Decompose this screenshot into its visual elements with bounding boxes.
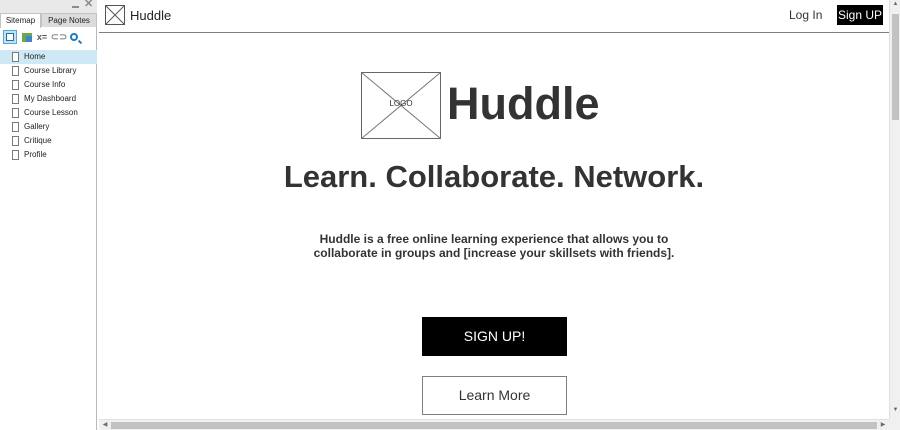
- learn-more-button[interactable]: Learn More: [422, 376, 567, 415]
- minimize-icon[interactable]: [72, 6, 79, 8]
- panel-tabs: Sitemap Page Notes: [0, 12, 97, 28]
- sitemap-item-label: Home: [24, 52, 46, 61]
- pages-icon[interactable]: [3, 30, 17, 44]
- scroll-up-icon[interactable]: ▲: [890, 1, 900, 11]
- sitemap-item-label: Profile: [24, 150, 47, 159]
- sitemap-item-label: Gallery: [24, 122, 50, 131]
- sitemap-item-label: Course Info: [24, 80, 66, 89]
- login-link[interactable]: Log In: [789, 8, 822, 22]
- sitemap-item-course-library[interactable]: Course Library: [0, 64, 97, 78]
- search-icon[interactable]: [67, 30, 81, 44]
- site-header: Huddle Log In Sign UP: [99, 0, 889, 33]
- scroll-left-icon[interactable]: ◀: [100, 420, 110, 430]
- page-tree: Home Course Library Course Info My Dashb…: [0, 50, 97, 162]
- sitemap-item-profile[interactable]: Profile: [0, 148, 97, 162]
- horizontal-scroll-thumb[interactable]: [111, 422, 877, 429]
- scroll-down-icon[interactable]: ▼: [890, 407, 900, 417]
- page-icon: [12, 122, 19, 132]
- sitemap-item-course-lesson[interactable]: Course Lesson: [0, 106, 97, 120]
- add-page-icon[interactable]: [20, 30, 34, 44]
- sitemap-item-label: Course Lesson: [24, 108, 78, 117]
- description: Huddle is a free online learning experie…: [313, 232, 675, 260]
- horizontal-scrollbar[interactable]: ◀ ▶: [99, 419, 889, 430]
- scrollbar-corner: [889, 419, 900, 430]
- sitemap-item-my-dashboard[interactable]: My Dashboard: [0, 92, 97, 106]
- sitemap-item-critique[interactable]: Critique: [0, 134, 97, 148]
- logo-placeholder-icon: [105, 5, 125, 25]
- tab-sitemap[interactable]: Sitemap: [0, 13, 41, 28]
- page-icon: [12, 52, 19, 62]
- vertical-scroll-thumb[interactable]: [892, 14, 899, 120]
- sitemap-item-gallery[interactable]: Gallery: [0, 120, 97, 134]
- tab-page-notes[interactable]: Page Notes: [41, 13, 97, 27]
- tagline: Learn. Collaborate. Network.: [283, 159, 705, 194]
- signup-button[interactable]: Sign UP: [837, 5, 883, 25]
- sitemap-panel: ✕ Sitemap Page Notes x= ⊂⊃ Home Course L…: [0, 0, 97, 430]
- wireframe-canvas: Huddle Log In Sign UP LOGO Huddle Learn.…: [99, 0, 889, 419]
- page-icon: [12, 94, 19, 104]
- sitemap-item-label: My Dashboard: [24, 94, 77, 103]
- sitemap-toolbar: x= ⊂⊃: [0, 28, 97, 47]
- page-icon: [12, 136, 19, 146]
- signup-cta-button[interactable]: SIGN UP!: [422, 317, 567, 356]
- sitemap-item-course-info[interactable]: Course Info: [0, 78, 97, 92]
- logo-label: LOGO: [389, 99, 413, 108]
- sitemap-item-home[interactable]: Home: [0, 50, 97, 64]
- page-icon: [12, 150, 19, 160]
- panel-titlebar: ✕: [0, 0, 97, 12]
- sitemap-item-label: Critique: [24, 136, 52, 145]
- link-icon[interactable]: ⊂⊃: [51, 30, 68, 44]
- vertical-scrollbar[interactable]: ▲ ▼: [889, 0, 900, 419]
- page-icon: [12, 80, 19, 90]
- hero-brand: Huddle: [447, 78, 600, 129]
- page-icon: [12, 108, 19, 118]
- close-icon[interactable]: ✕: [84, 0, 93, 10]
- sitemap-item-label: Course Library: [24, 66, 77, 75]
- scroll-right-icon[interactable]: ▶: [878, 420, 888, 430]
- page-icon: [12, 66, 19, 76]
- header-brand[interactable]: Huddle: [130, 8, 171, 23]
- variables-icon[interactable]: x=: [36, 30, 48, 44]
